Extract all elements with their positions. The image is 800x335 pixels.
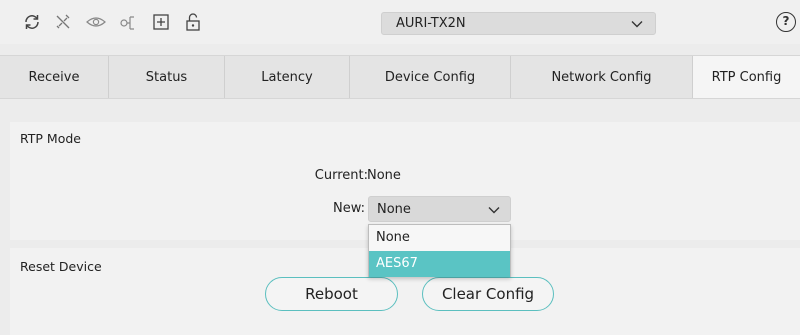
disconnect-icon[interactable] [52, 11, 74, 33]
help-icon[interactable]: ? [776, 12, 796, 32]
network-icon[interactable] [118, 11, 140, 33]
chevron-down-icon [631, 18, 643, 33]
new-label: New: [332, 201, 365, 216]
toolbar: AURI-TX2N ? [0, 0, 800, 44]
tab-status[interactable]: Status [109, 56, 225, 98]
refresh-icon[interactable] [21, 11, 43, 33]
current-label: Current: [314, 168, 368, 183]
tab-network-config[interactable]: Network Config [511, 56, 693, 98]
current-value: None [367, 168, 401, 183]
reset-device-title: Reset Device [20, 259, 102, 274]
device-select-value: AURI-TX2N [396, 16, 466, 31]
rtp-mode-select[interactable]: None [368, 196, 511, 222]
tab-device-config[interactable]: Device Config [350, 56, 511, 98]
dropdown-option-aes67[interactable]: AES67 [369, 251, 510, 277]
chevron-down-icon [488, 204, 500, 219]
rtp-mode-select-value: None [377, 202, 411, 217]
tab-latency[interactable]: Latency [225, 56, 350, 98]
tab-bar: Receive Status Latency Device Config Net… [0, 55, 800, 99]
rtp-mode-section: RTP Mode Current: None New: None [10, 122, 800, 240]
clear-config-button[interactable]: Clear Config [422, 277, 554, 311]
dropdown-option-none[interactable]: None [369, 225, 510, 251]
rtp-mode-dropdown: None AES67 [368, 224, 511, 277]
unlock-icon[interactable] [182, 11, 204, 33]
reboot-button[interactable]: Reboot [265, 277, 398, 311]
rtp-mode-title: RTP Mode [20, 131, 81, 146]
eye-icon[interactable] [85, 11, 107, 33]
device-select[interactable]: AURI-TX2N [381, 12, 656, 35]
add-icon[interactable] [150, 11, 172, 33]
tab-rtp-config[interactable]: RTP Config [693, 56, 800, 98]
tab-receive[interactable]: Receive [0, 56, 109, 98]
